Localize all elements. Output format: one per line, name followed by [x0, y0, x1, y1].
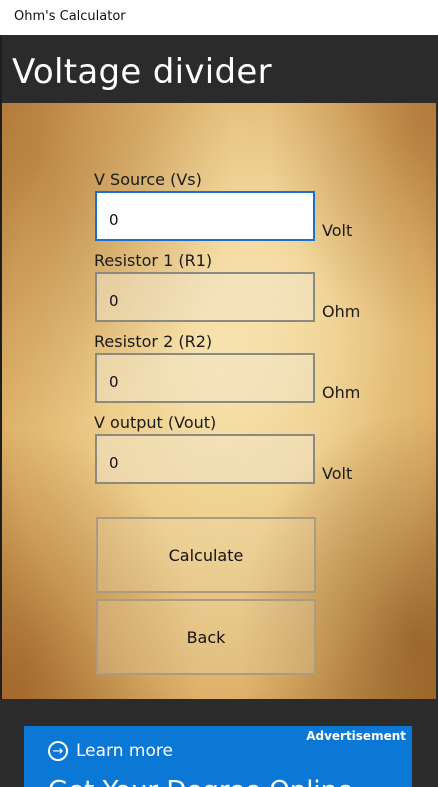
vs-input[interactable] [97, 193, 313, 239]
vout-unit: Volt [322, 464, 353, 483]
back-button[interactable]: Back [96, 599, 316, 675]
vout-field[interactable] [95, 434, 315, 484]
ad-banner[interactable]: Advertisement → Learn more Get Your Degr… [24, 726, 412, 787]
calculate-button[interactable]: Calculate [96, 517, 316, 593]
r1-field[interactable] [95, 272, 315, 322]
r2-label: Resistor 2 (R2) [94, 332, 213, 351]
r2-input[interactable] [97, 355, 313, 401]
r1-unit: Ohm [322, 302, 361, 321]
ad-headline: Get Your Degree Online [48, 776, 353, 787]
vs-field[interactable] [95, 191, 315, 241]
page-title: Voltage divider [12, 52, 272, 92]
title-bar: Ohm's Calculator [0, 0, 438, 35]
r2-unit: Ohm [322, 383, 361, 402]
vout-input[interactable] [97, 436, 313, 482]
page-header: Voltage divider [0, 35, 438, 103]
arrow-right-circle-icon: → [48, 741, 68, 761]
vs-label: V Source (Vs) [94, 170, 202, 189]
calculate-button-label: Calculate [168, 545, 244, 565]
window-title: Ohm's Calculator [14, 9, 126, 24]
r2-field[interactable] [95, 353, 315, 403]
r1-label: Resistor 1 (R1) [94, 251, 213, 270]
vout-label: V output (Vout) [94, 413, 217, 432]
learn-more-label: Learn more [76, 741, 173, 761]
r1-input[interactable] [97, 274, 313, 320]
ad-badge: Advertisement [306, 729, 406, 743]
back-button-label: Back [186, 627, 226, 647]
vs-unit: Volt [322, 221, 353, 240]
learn-more-link[interactable]: → Learn more [48, 739, 173, 763]
